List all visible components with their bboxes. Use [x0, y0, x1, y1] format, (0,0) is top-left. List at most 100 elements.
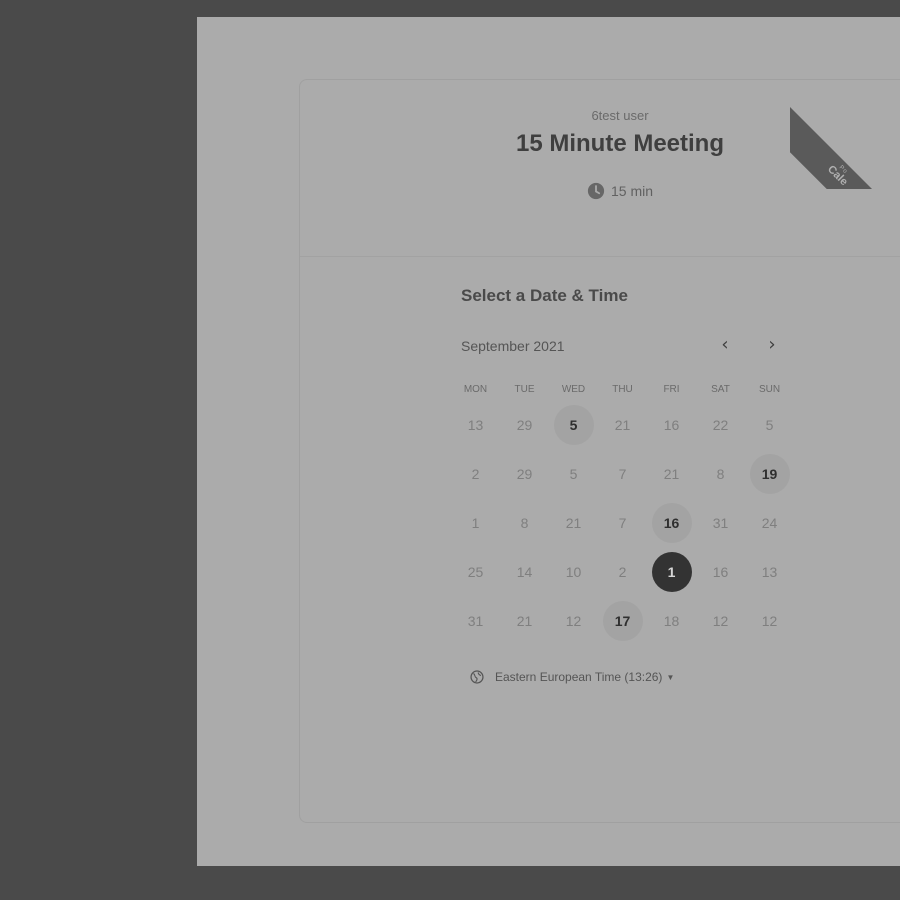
calendar-day-number: 16 — [712, 563, 729, 580]
calendar-week-row: 13 29 5 21 16 22 5 — [451, 400, 794, 449]
calendar-day-number: 13 — [761, 563, 778, 580]
weekday-label: WED — [561, 384, 586, 395]
calendar-day: 12 — [696, 596, 745, 645]
calendar-day-number: 10 — [565, 563, 582, 580]
calendar-day: 25 — [451, 547, 500, 596]
calendar-day-number: 5 — [553, 404, 594, 445]
calendar-week-row: 2 29 5 7 21 8 19 — [451, 449, 794, 498]
calendar-day: 2 — [598, 547, 647, 596]
calendar-day: 12 — [549, 596, 598, 645]
calendar-day-number: 8 — [520, 514, 529, 531]
calendar-day-number: 21 — [516, 612, 533, 629]
calendar-day-number: 13 — [467, 416, 484, 433]
calendar-day: 31 — [451, 596, 500, 645]
calendar-day-number: 31 — [712, 514, 729, 531]
event-duration-label: 15 min — [610, 183, 654, 199]
calendar-day-number: 24 — [761, 514, 778, 531]
calendar-day: 16 — [647, 400, 696, 449]
timezone-selector[interactable]: Eastern European Time (13:26) ▼ — [470, 670, 674, 684]
calendar-day-number: 16 — [663, 416, 680, 433]
calendar-day: 14 — [500, 547, 549, 596]
calendar-day-number: 12 — [565, 612, 582, 629]
calendar-day-number: 17 — [602, 600, 643, 641]
calendar-day-number: 25 — [467, 563, 484, 580]
calendar-day-number: 21 — [614, 416, 631, 433]
calendar-day-available[interactable]: 5 — [549, 400, 598, 449]
calendar-week-row: 1 8 21 7 16 31 24 — [451, 498, 794, 547]
weekday-label: SAT — [711, 384, 730, 395]
calendar-day: 13 — [745, 547, 794, 596]
calendar-day: 16 — [696, 547, 745, 596]
calendar-day: 1 — [451, 498, 500, 547]
chevron-left-icon: ‹ — [721, 334, 729, 355]
calendar-day-number: 1 — [471, 514, 480, 531]
booking-card: Po Cale 6test user 15 Minute Meeting 15 … — [299, 79, 900, 823]
calendar-week-row: 25 14 10 2 1 16 13 — [451, 547, 794, 596]
timezone-label: Eastern European Time (13:26) — [495, 670, 663, 684]
calendar-day-selected[interactable]: 1 — [647, 547, 696, 596]
calendar-day-number: 2 — [618, 563, 627, 580]
chevron-right-icon: › — [768, 334, 776, 355]
calendar-day: 7 — [598, 449, 647, 498]
globe-icon — [470, 670, 484, 684]
calendar-grid: MON TUE WED THU FRI SAT SUN 13 29 5 21 16 22 5… — [451, 380, 794, 645]
weekday-label: TUE — [514, 384, 535, 395]
calendar-day: 5 — [745, 400, 794, 449]
calendar-day: 29 — [500, 449, 549, 498]
clock-icon — [587, 182, 605, 200]
calendar-day: 31 — [696, 498, 745, 547]
calendar-day-available[interactable]: 19 — [745, 449, 794, 498]
calendar-day-available[interactable]: 16 — [647, 498, 696, 547]
calendar-day-number: 8 — [716, 465, 725, 482]
calendar-day-number: 16 — [651, 502, 692, 543]
weekday-label: FRI — [663, 384, 680, 395]
calendar-week-row: 31 21 12 17 18 12 12 — [451, 596, 794, 645]
calendar-day: 21 — [647, 449, 696, 498]
weekday-label: SUN — [758, 384, 781, 395]
calendar-day: 5 — [549, 449, 598, 498]
calendar-day-number: 7 — [618, 514, 627, 531]
event-duration: 15 min — [300, 182, 900, 200]
caret-down-icon: ▼ — [666, 672, 675, 682]
weekday-header: MON TUE WED THU FRI SAT SUN — [451, 380, 794, 400]
calendar-day-number: 21 — [565, 514, 582, 531]
calendar-day: 13 — [451, 400, 500, 449]
calendar-day-number: 12 — [761, 612, 778, 629]
select-date-heading: Select a Date & Time — [461, 286, 628, 305]
weekday-label: MON — [463, 384, 488, 395]
calendar-day: 12 — [745, 596, 794, 645]
event-owner: 6test user — [591, 108, 649, 123]
calendar-day-number: 1 — [651, 551, 692, 592]
prev-month-button[interactable]: ‹ — [712, 332, 738, 358]
calendar-day-number: 2 — [471, 465, 480, 482]
calendar-day-number: 22 — [712, 416, 729, 433]
calendar-day: 24 — [745, 498, 794, 547]
calendar-day: 10 — [549, 547, 598, 596]
calendar-weeks: 13 29 5 21 16 22 5 2 29 5 7 21 8 19 1 8 21 7 16 31 24 25 14 10 2… — [451, 400, 794, 645]
calendar-day-number: 29 — [516, 465, 533, 482]
calendar-day: 18 — [647, 596, 696, 645]
calendar-day: 29 — [500, 400, 549, 449]
calendar-day: 22 — [696, 400, 745, 449]
event-header: 6test user 15 Minute Meeting 15 min — [300, 80, 900, 257]
calendar-day-number: 29 — [516, 416, 533, 433]
calendar-day-number: 5 — [569, 465, 578, 482]
calendar-day-available[interactable]: 17 — [598, 596, 647, 645]
calendar-day-number: 21 — [663, 465, 680, 482]
next-month-button[interactable]: › — [759, 332, 785, 358]
calendar-day: 2 — [451, 449, 500, 498]
event-title: 15 Minute Meeting — [515, 130, 725, 157]
calendar-day-number: 31 — [467, 612, 484, 629]
calendar-day-number: 5 — [765, 416, 774, 433]
calendar-day: 8 — [696, 449, 745, 498]
calendar-day-number: 14 — [516, 563, 533, 580]
booking-panel: Po Cale 6test user 15 Minute Meeting 15 … — [197, 17, 900, 866]
month-label: September 2021 — [461, 338, 565, 354]
calendar-day: 7 — [598, 498, 647, 547]
calendar-day: 21 — [549, 498, 598, 547]
calendar-day-number: 18 — [663, 612, 680, 629]
calendar-day-number: 12 — [712, 612, 729, 629]
calendar-day: 21 — [500, 596, 549, 645]
weekday-label: THU — [612, 384, 633, 395]
calendar-day-number: 7 — [618, 465, 627, 482]
